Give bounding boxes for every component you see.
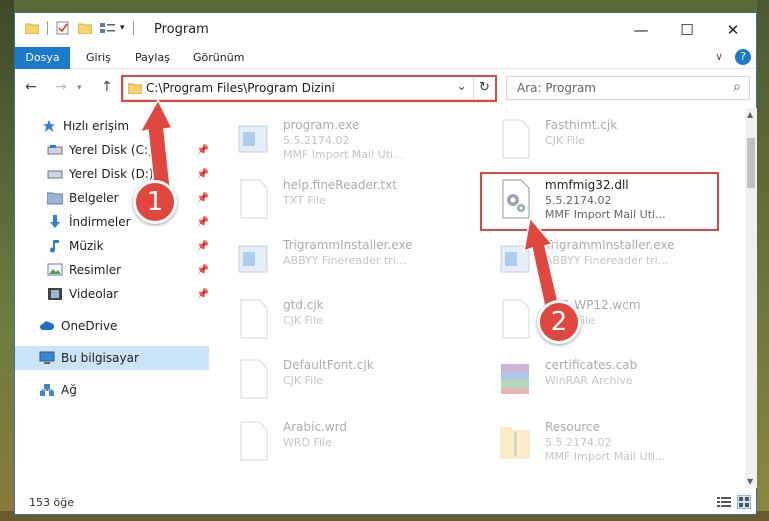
arrow-to-file xyxy=(523,216,560,309)
callout-arrows xyxy=(138,98,560,309)
step-1-badge: 1 xyxy=(133,180,177,224)
arrow-to-address xyxy=(138,98,174,187)
step-2-badge: 2 xyxy=(537,300,581,344)
